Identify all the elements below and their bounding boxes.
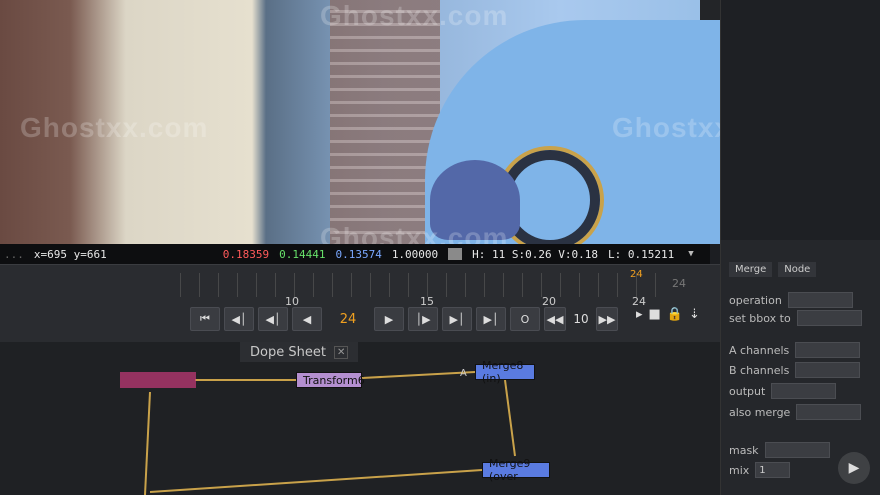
- current-frame-field[interactable]: 24: [326, 308, 370, 330]
- property-tabs: Merge Node: [729, 262, 817, 277]
- timeline-tools: ▸ ■ 🔒 ⇣: [636, 307, 700, 322]
- pixel-coords: x=695 y=661: [33, 247, 107, 261]
- properties-panel[interactable]: Merge Node operation set bbox to A chann…: [720, 0, 880, 495]
- prop-label: A channels: [729, 343, 790, 357]
- end-frame: 24: [672, 277, 686, 290]
- mix-label: mix: [729, 463, 750, 477]
- also-merge-field[interactable]: [796, 404, 862, 420]
- tab-node[interactable]: Node: [778, 262, 817, 277]
- edge-line: [149, 469, 483, 493]
- play-range-icon[interactable]: ▸: [636, 307, 643, 322]
- prev-keyframe-button[interactable]: ◀│: [224, 307, 254, 331]
- node-edges: [120, 371, 516, 495]
- playhead-marker[interactable]: 24: [630, 269, 643, 280]
- prop-row: set bbox to: [729, 310, 862, 326]
- backdrop-node: [120, 372, 196, 388]
- b-channels-field[interactable]: [795, 362, 861, 378]
- prop-row: B channels: [729, 362, 861, 378]
- luminance-value: L: 0.15211: [608, 247, 675, 261]
- a-channels-field[interactable]: [795, 342, 861, 358]
- viewer-panel[interactable]: [0, 0, 720, 244]
- step-back-button[interactable]: ◀◀: [544, 307, 566, 331]
- alpha-value: 1.00000: [391, 247, 439, 261]
- next-keyframe-button[interactable]: ▶│: [442, 307, 472, 331]
- prop-row: output: [729, 383, 837, 399]
- bbox-field[interactable]: [796, 310, 862, 326]
- step-forward-button[interactable]: ▶▶: [596, 307, 618, 331]
- export-icon[interactable]: ⇣: [689, 307, 700, 322]
- step-field[interactable]: 10: [570, 308, 592, 330]
- mask-field[interactable]: [764, 442, 830, 458]
- next-frame-button[interactable]: │▶: [408, 307, 438, 331]
- prop-row: A channels: [729, 342, 861, 358]
- play-backward-button[interactable]: ◀: [292, 307, 322, 331]
- prop-label: output: [729, 384, 766, 398]
- prop-row: operation: [729, 292, 853, 308]
- format-label: ...: [4, 247, 24, 261]
- play-forward-button[interactable]: ▶: [374, 307, 404, 331]
- properties-top-area: [721, 0, 880, 240]
- figure-region: [430, 160, 520, 240]
- green-value: 0.14441: [279, 247, 326, 261]
- stop-icon[interactable]: ■: [649, 307, 661, 322]
- edge-line: [361, 371, 476, 379]
- prop-row: mix 1: [729, 462, 791, 478]
- node-merge9[interactable]: Merge9 (over: [482, 457, 550, 483]
- mask-label: mask: [729, 443, 759, 457]
- output-field[interactable]: [771, 383, 837, 399]
- prop-label: also merge: [729, 405, 791, 419]
- viewer-info-bar: ... x=695 y=661 0.18359 0.14441 0.13574 …: [0, 244, 710, 264]
- timeline-ruler[interactable]: [180, 273, 660, 297]
- operation-field[interactable]: [787, 292, 853, 308]
- prev-frame-button[interactable]: ◀│: [258, 307, 288, 331]
- timeline-panel[interactable]: 10 15 20 24 24 24 ⏮ ◀│ ◀│ ◀ 24 ▶ │▶ ▶│ ▶…: [0, 264, 720, 343]
- node-merge8[interactable]: Merge8 (in): [475, 359, 535, 385]
- first-frame-button[interactable]: ⏮: [190, 307, 220, 331]
- viewer-image: [0, 0, 720, 244]
- last-frame-button[interactable]: ▶│: [476, 307, 506, 331]
- edge-line: [504, 379, 516, 457]
- input-a-label: A: [460, 368, 467, 379]
- red-value: 0.18359: [222, 247, 270, 261]
- prop-label: B channels: [729, 363, 790, 377]
- tab-dope-sheet[interactable]: Dope Sheet ✕: [240, 342, 359, 362]
- tab-label: Dope Sheet: [250, 344, 326, 360]
- o-button[interactable]: O: [510, 307, 540, 331]
- close-icon[interactable]: ✕: [333, 345, 349, 359]
- hsv-value: H: 11 S:0.26 V:0.18: [472, 247, 599, 261]
- prop-label: operation: [729, 293, 782, 307]
- brick-wall-region: [330, 0, 440, 244]
- tab-merge[interactable]: Merge: [729, 262, 773, 277]
- mix-field[interactable]: 1: [755, 462, 791, 478]
- blue-value: 0.13574: [335, 247, 382, 261]
- color-swatch: [448, 248, 463, 260]
- prop-label: set bbox to: [729, 311, 791, 325]
- lock-icon[interactable]: 🔒: [667, 307, 683, 322]
- chevron-down-icon[interactable]: ▼: [688, 249, 693, 259]
- prop-row: mask: [729, 442, 830, 458]
- playback-controls: ⏮ ◀│ ◀│ ◀ 24 ▶ │▶ ▶│ ▶│ O ◀◀ 10 ▶▶: [190, 307, 618, 331]
- prop-row: also merge: [729, 404, 862, 420]
- play-icon[interactable]: ▶: [838, 452, 870, 484]
- node-transform6[interactable]: Transform6: [296, 372, 365, 388]
- edge-line: [144, 391, 151, 495]
- node-graph-panel[interactable]: Dope Sheet ✕ Transform6 A Merge8 (in) Me…: [0, 342, 750, 495]
